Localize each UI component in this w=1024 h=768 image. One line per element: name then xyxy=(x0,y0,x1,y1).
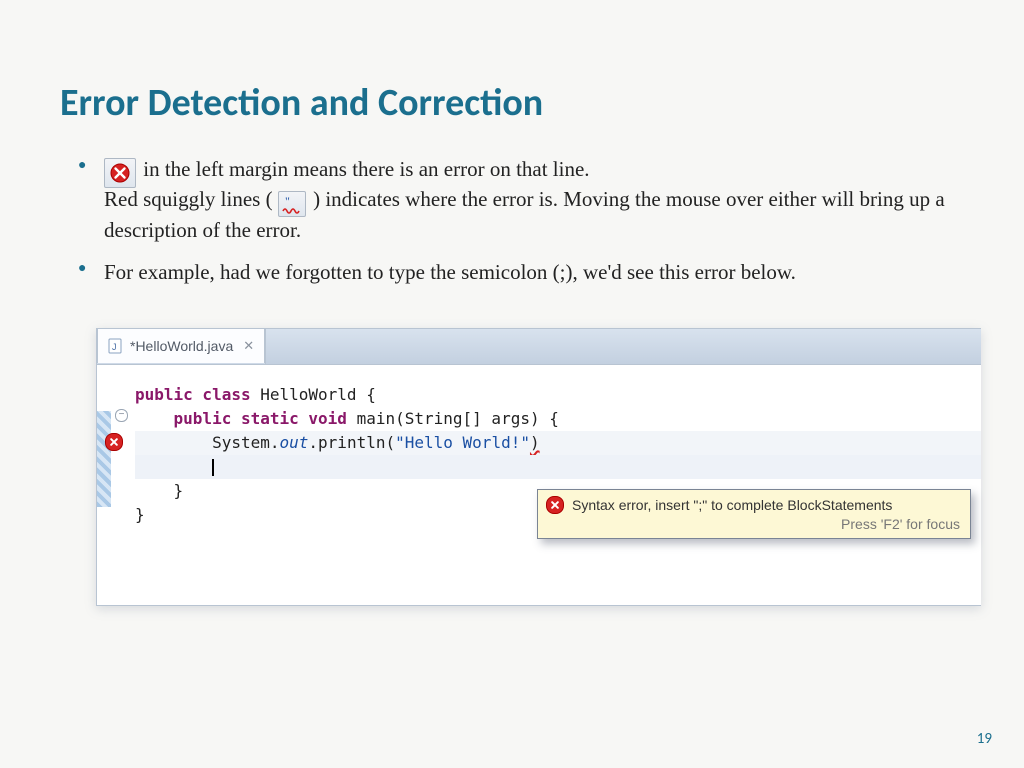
svg-text:": " xyxy=(285,194,290,208)
code-token: public xyxy=(135,385,193,404)
code-token: "Hello World!" xyxy=(395,433,530,452)
code-token: .println( xyxy=(308,433,395,452)
code-token: static xyxy=(231,409,298,428)
code-token: } xyxy=(135,505,145,524)
bullet-1: in the left margin means there is an err… xyxy=(84,154,964,245)
fold-minus-icon[interactable]: − xyxy=(115,409,128,422)
editor-tabbar-space xyxy=(265,329,981,364)
code-token: void xyxy=(299,409,347,428)
code-token: } xyxy=(174,481,184,500)
editor-tab[interactable]: J *HelloWorld.java ✕ xyxy=(97,329,265,363)
editor-tabbar: J *HelloWorld.java ✕ xyxy=(97,329,981,365)
error-margin-icon xyxy=(104,158,136,188)
error-marker-icon[interactable] xyxy=(105,433,123,451)
squiggly-icon: " xyxy=(278,191,306,217)
bullet-list: in the left margin means there is an err… xyxy=(60,154,964,288)
text-cursor xyxy=(212,459,214,476)
error-tooltip: Syntax error, insert ";" to complete Blo… xyxy=(537,489,971,539)
code-token: out xyxy=(280,433,309,452)
java-file-icon: J xyxy=(108,338,124,354)
error-icon xyxy=(546,496,564,514)
bullet-1-text-a: in the left margin means there is an err… xyxy=(138,157,590,181)
code-token: class xyxy=(193,385,251,404)
code-token: HelloWorld { xyxy=(251,385,376,404)
close-icon[interactable]: ✕ xyxy=(243,338,254,354)
editor-tab-label: *HelloWorld.java xyxy=(130,338,233,354)
code-token-error: ) xyxy=(530,433,540,452)
code-token: main(String[] args) { xyxy=(347,409,559,428)
page-number: 19 xyxy=(977,730,992,748)
code-token: public xyxy=(174,409,232,428)
code-editor: J *HelloWorld.java ✕ − public class Hell… xyxy=(96,328,981,606)
editor-gutter: − xyxy=(97,365,131,575)
tooltip-message: Syntax error, insert ";" to complete Blo… xyxy=(572,497,892,513)
code-token: System. xyxy=(212,433,279,452)
svg-text:J: J xyxy=(112,342,117,352)
code-area: − public class HelloWorld { public stati… xyxy=(97,365,981,605)
tooltip-hint: Press 'F2' for focus xyxy=(538,516,970,538)
source-code[interactable]: public class HelloWorld { public static … xyxy=(131,365,981,575)
slide-title: Error Detection and Correction xyxy=(60,80,964,126)
slide: Error Detection and Correction in the le… xyxy=(0,0,1024,768)
gutter-marks: − xyxy=(97,365,131,575)
bullet-1-text-b: Red squiggly lines ( xyxy=(104,187,278,211)
tooltip-message-row: Syntax error, insert ";" to complete Blo… xyxy=(538,490,970,516)
bullet-2: For example, had we forgotten to type th… xyxy=(84,257,964,287)
